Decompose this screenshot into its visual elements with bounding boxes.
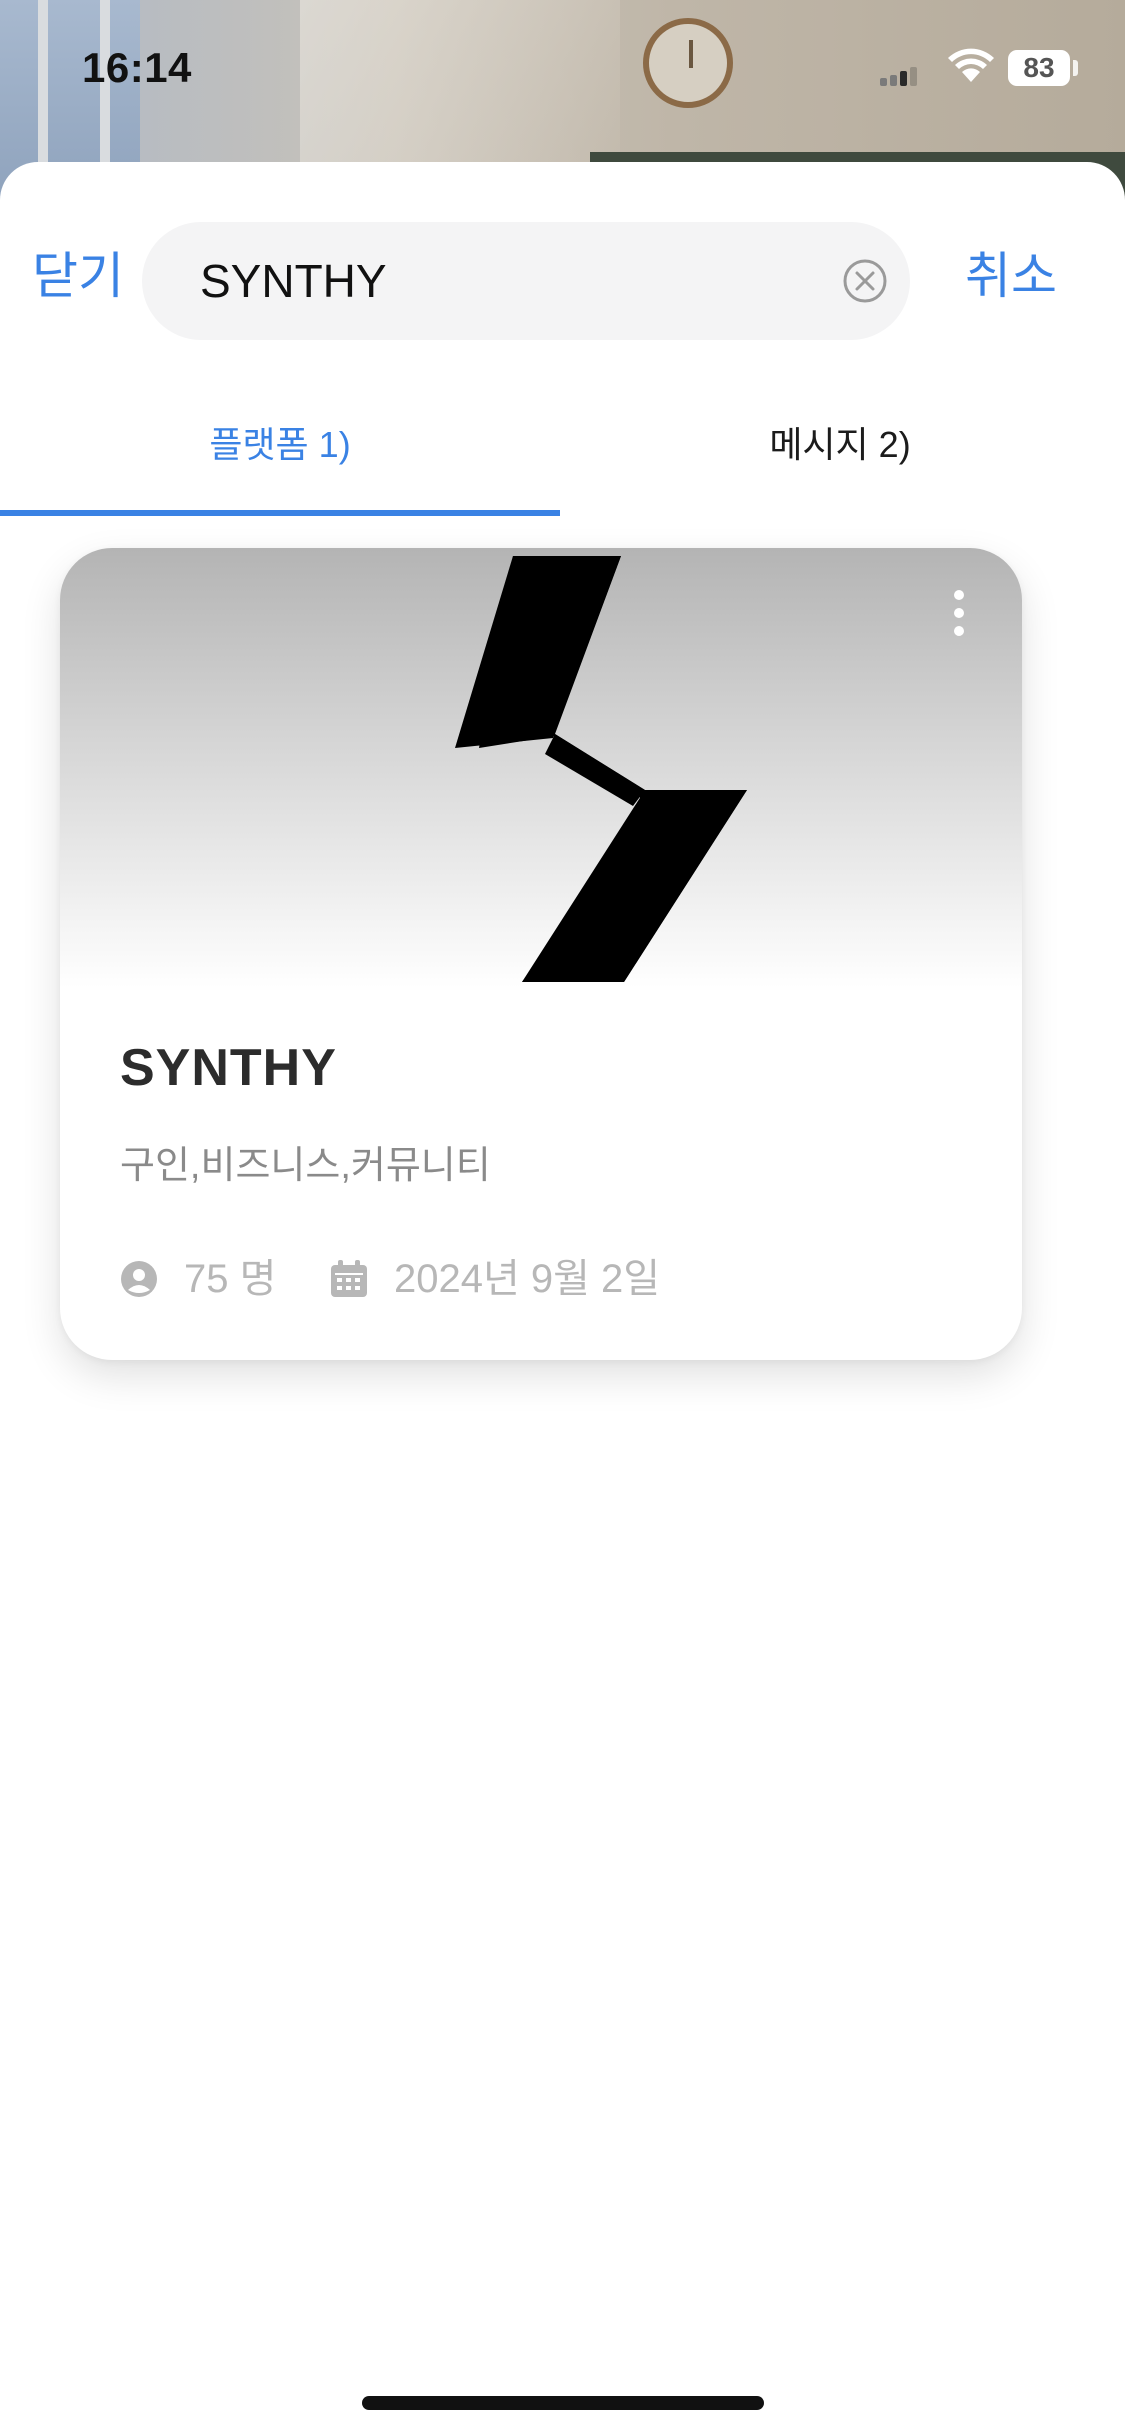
signal-icon	[880, 66, 920, 86]
search-input[interactable]	[200, 250, 820, 312]
battery-cap	[1073, 60, 1078, 76]
synthy-logo-icon	[455, 556, 747, 982]
status-time: 16:14	[82, 44, 192, 91]
card-tags: 구인,비즈니스,커뮤니티	[120, 1145, 491, 1187]
tab-message[interactable]: 메시지 2)	[560, 400, 1120, 516]
search-box[interactable]	[142, 222, 910, 340]
created-date: 2024년 9월 2일	[394, 1257, 661, 1301]
active-tab-indicator	[0, 510, 560, 516]
platform-card[interactable]: SYNTHY 구인,비즈니스,커뮤니티 75 명 2024년 9월 2일	[60, 548, 1022, 1360]
result-tabs: 플랫폼 1) 메시지 2)	[0, 400, 1125, 520]
status-bar: 16:14 83	[0, 0, 1125, 140]
wifi-icon	[948, 48, 994, 82]
clear-search-icon[interactable]	[842, 258, 888, 304]
card-cover-image	[60, 548, 1022, 988]
member-count: 75 명	[184, 1257, 277, 1301]
close-button[interactable]: 닫기	[32, 246, 124, 306]
person-icon	[121, 1261, 157, 1297]
more-options-icon[interactable]	[950, 590, 966, 638]
tab-platform[interactable]: 플랫폼 1)	[0, 400, 560, 516]
battery-icon: 83	[1008, 50, 1070, 86]
home-indicator[interactable]	[362, 2396, 764, 2410]
calendar-icon	[331, 1260, 367, 1297]
cancel-button[interactable]: 취소	[965, 246, 1057, 306]
battery-level: 83	[1023, 52, 1055, 83]
card-title: SYNTHY	[120, 1039, 337, 1097]
